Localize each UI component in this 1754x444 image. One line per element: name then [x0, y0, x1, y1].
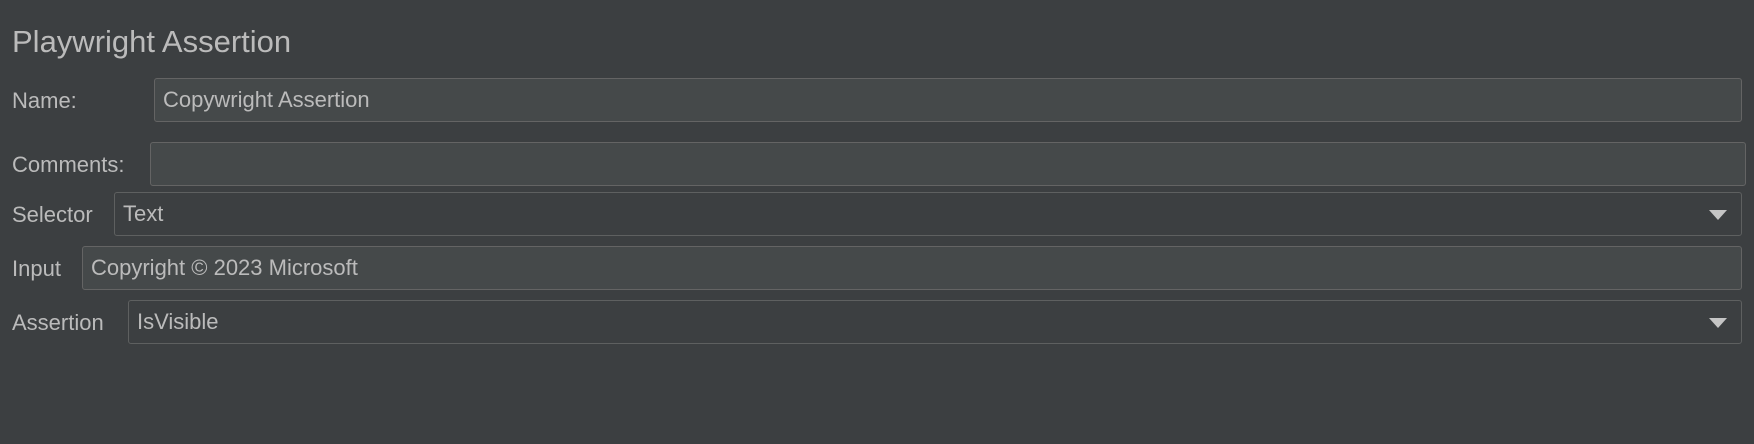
- input-field[interactable]: Copyright © 2023 Microsoft: [82, 246, 1742, 290]
- chevron-down-icon[interactable]: [1709, 210, 1727, 220]
- comments-field[interactable]: [150, 142, 1746, 186]
- playwright-assertion-panel: Playwright Assertion Name: Copywright As…: [0, 0, 1754, 444]
- selector-row: Selector Text: [0, 192, 1754, 238]
- selector-label: Selector: [12, 202, 93, 227]
- panel-title: Playwright Assertion: [12, 24, 292, 59]
- selector-dropdown[interactable]: Text: [114, 192, 1742, 236]
- comments-label: Comments:: [12, 152, 125, 177]
- name-label: Name:: [12, 88, 77, 113]
- input-label: Input: [12, 256, 61, 281]
- input-row: Input Copyright © 2023 Microsoft: [0, 246, 1754, 292]
- selector-value: Text: [123, 201, 164, 226]
- assertion-value: IsVisible: [137, 309, 219, 334]
- assertion-row: Assertion IsVisible: [0, 300, 1754, 346]
- chevron-down-icon[interactable]: [1709, 318, 1727, 328]
- name-row: Name: Copywright Assertion: [0, 78, 1754, 124]
- assertion-dropdown[interactable]: IsVisible: [128, 300, 1742, 344]
- name-field[interactable]: Copywright Assertion: [154, 78, 1742, 122]
- assertion-label: Assertion: [12, 310, 104, 335]
- comments-row: Comments:: [0, 142, 1754, 188]
